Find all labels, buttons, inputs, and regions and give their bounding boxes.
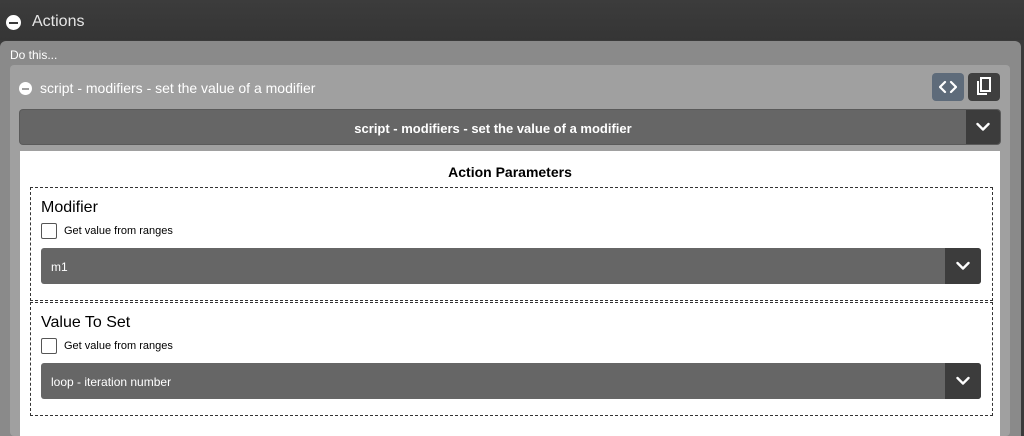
modifier-select[interactable]: m1 [41,248,981,284]
chevron-down-icon [956,261,970,270]
value-to-set-select-value: loop - iteration number [51,375,172,389]
code-view-button[interactable] [932,73,964,101]
value-to-set-parameter-group: Value To Set Get value from ranges loop … [30,302,993,416]
copy-button[interactable] [968,73,1000,101]
modifier-get-from-ranges-checkbox[interactable] [41,223,57,239]
modifier-label: Modifier [41,199,98,216]
modifier-parameter-group: Modifier Get value from ranges m1 [30,187,993,301]
actions-panel: Do this... script - modifiers - set the … [0,41,1021,436]
value-checkbox-label: Get value from ranges [64,340,173,352]
action-type-value: script - modifiers - set the value of a … [354,121,632,136]
action-title: script - modifiers - set the value of a … [40,80,316,96]
do-this-label: Do this... [10,48,58,62]
action-card: script - modifiers - set the value of a … [10,65,1010,436]
action-parameters-panel: Action Parameters Modifier Get value fro… [20,151,1000,436]
modifier-select-value: m1 [51,260,68,274]
action-type-dropdown-toggle[interactable] [966,110,1000,144]
chevron-down-icon [976,122,990,131]
actions-header: Actions [0,0,1024,40]
code-brackets-icon [939,80,957,94]
value-to-set-label: Value To Set [41,314,131,331]
modifier-dropdown-toggle[interactable] [945,248,981,284]
value-get-from-ranges-checkbox[interactable] [41,338,57,354]
copy-icon [977,77,991,95]
action-parameters-title: Action Parameters [448,164,572,180]
action-type-select[interactable]: script - modifiers - set the value of a … [20,110,1000,144]
value-to-set-select[interactable]: loop - iteration number [41,363,981,399]
collapse-icon[interactable] [6,15,21,30]
value-to-set-dropdown-toggle[interactable] [945,363,981,399]
actions-title: Actions [32,13,85,30]
modifier-checkbox-label: Get value from ranges [64,225,173,237]
collapse-action-icon[interactable] [19,82,32,95]
chevron-down-icon [956,376,970,385]
